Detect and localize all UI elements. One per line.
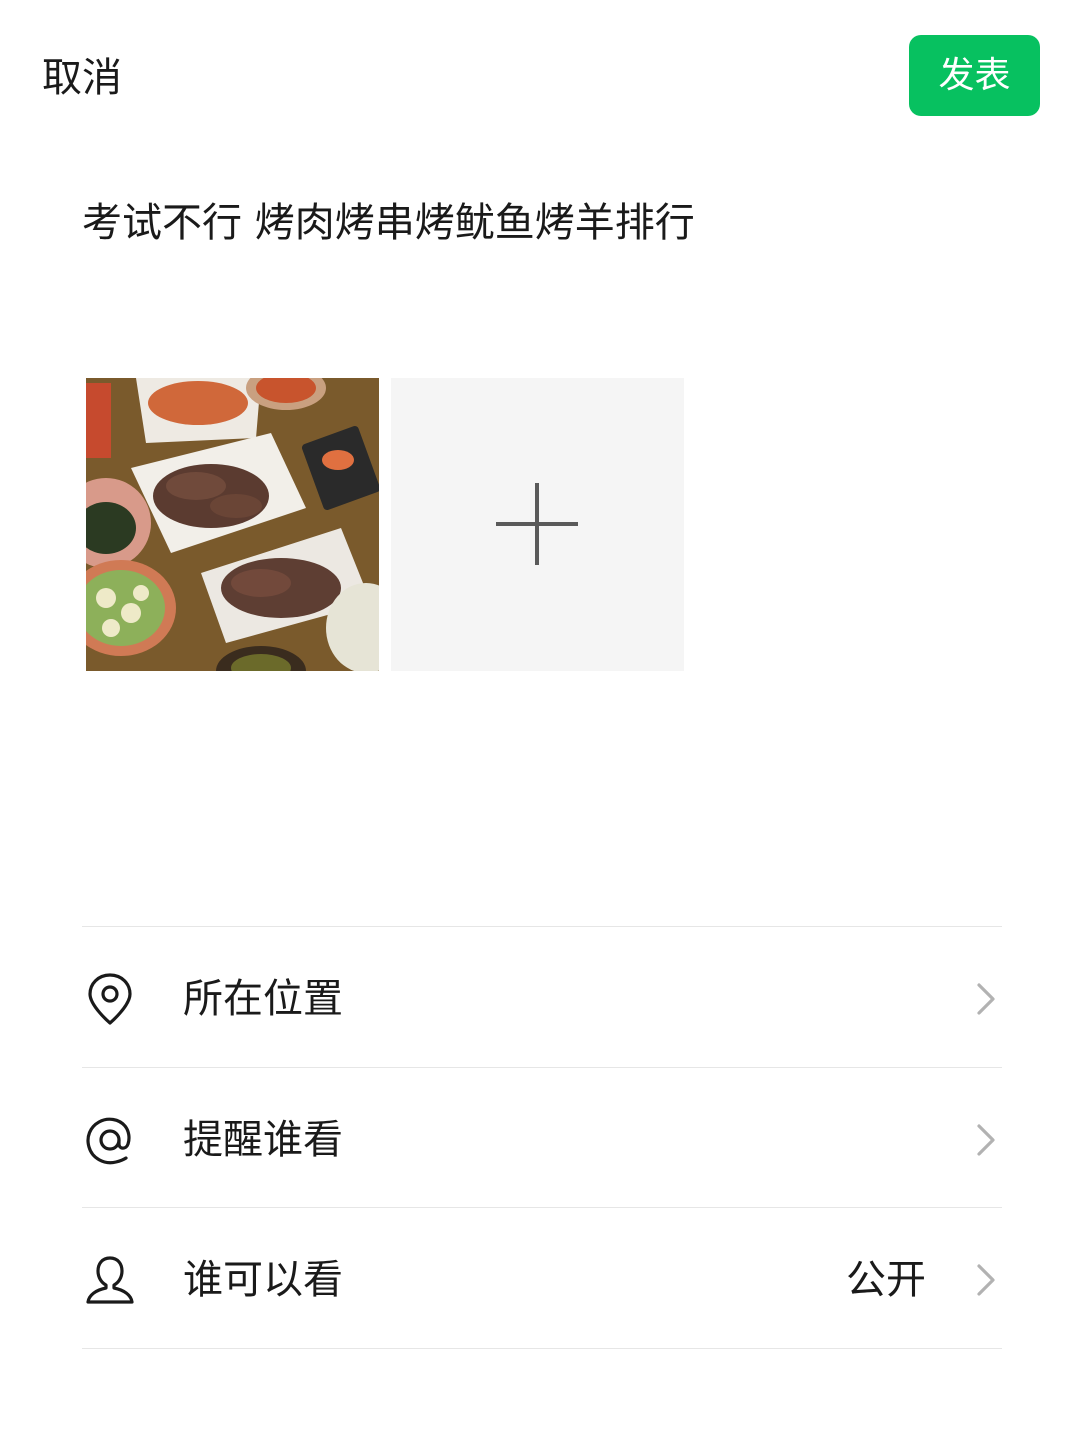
mention-label: 提醒谁看 [183,1117,343,1163]
visibility-value: 公开 [846,1257,926,1303]
photo-thumbnail[interactable] [86,378,379,671]
chevron-right-icon [977,1264,995,1296]
mention-row[interactable]: 提醒谁看 [82,1068,1002,1208]
location-pin-icon [88,973,132,1025]
post-text[interactable]: 考试不行 烤肉烤串烤鱿鱼烤羊排行 [82,195,695,251]
person-icon [86,1256,134,1304]
location-row[interactable]: 所在位置 [82,927,1002,1067]
chevron-right-icon [977,983,995,1015]
publish-button[interactable]: 发表 [909,35,1040,116]
add-photo-button[interactable] [391,378,684,671]
location-label: 所在位置 [183,976,343,1022]
chevron-right-icon [977,1124,995,1156]
plus-icon [496,483,578,565]
visibility-label: 谁可以看 [183,1257,343,1303]
food-photo-image [86,378,379,671]
visibility-row[interactable]: 谁可以看 公开 [82,1208,1002,1348]
at-icon [86,1117,131,1165]
divider [82,1348,1002,1349]
cancel-button[interactable]: 取消 [42,50,122,106]
